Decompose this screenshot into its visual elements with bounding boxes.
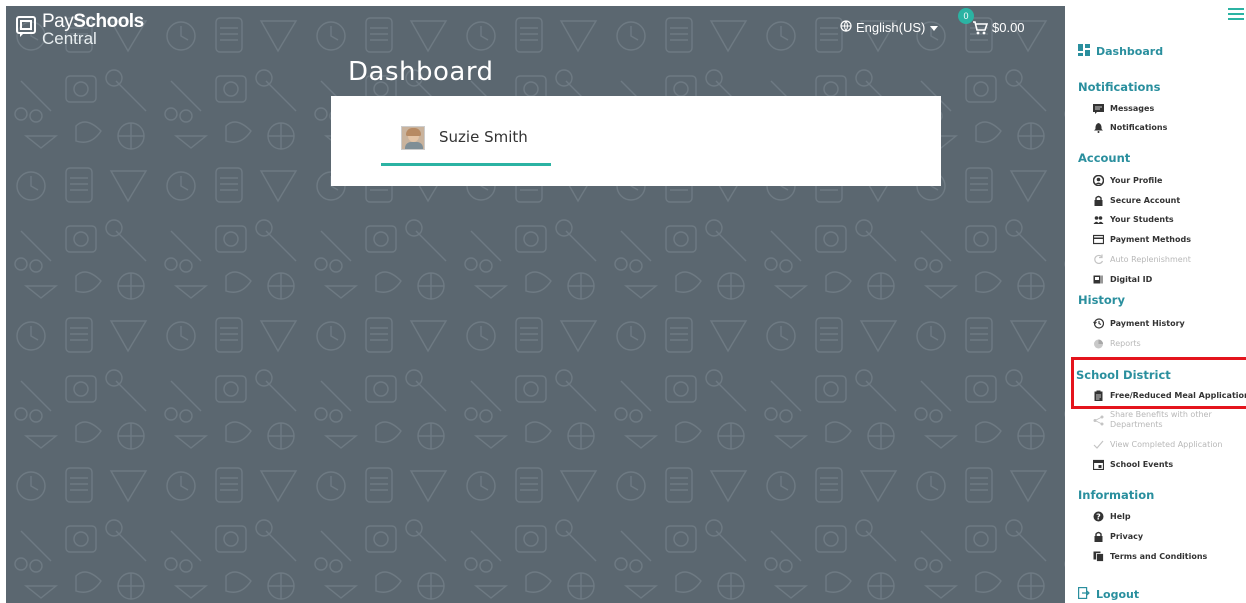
sidebar-item-label: Secure Account: [1110, 196, 1181, 205]
reports-icon: [1093, 338, 1104, 349]
sidebar-item-label: Share Benefits with other Departments: [1110, 410, 1212, 429]
help-circle-icon: ?: [1093, 511, 1104, 522]
sidebar-item-privacy[interactable]: Privacy: [1093, 531, 1143, 542]
credit-card-icon: [1092, 234, 1105, 245]
sidebar-item-your-profile[interactable]: Your Profile: [1092, 174, 1163, 187]
sidebar-item-label: Your Profile: [1110, 176, 1163, 185]
sidebar-item-payment-methods[interactable]: Payment Methods: [1092, 234, 1191, 245]
sidebar-dashboard-label: Dashboard: [1096, 45, 1164, 58]
id-card-icon: [1093, 274, 1104, 285]
sidebar-item-label: Help: [1110, 512, 1131, 521]
main-area: PaySchools Central English(US) 0 $0.00 D…: [6, 6, 1065, 603]
message-icon: [1093, 103, 1104, 114]
logout-link[interactable]: Logout: [1078, 587, 1139, 602]
sidebar-item-label: School Events: [1110, 460, 1174, 469]
history-clock-icon: [1093, 318, 1105, 329]
section-information: Information: [1078, 488, 1155, 502]
sidebar-item-terms-and-conditions[interactable]: Terms and Conditions: [1093, 551, 1207, 562]
sidebar-item-label: Auto Replenishment: [1110, 255, 1191, 264]
lock-icon: [1093, 531, 1104, 542]
payschools-logo[interactable]: PaySchools Central: [16, 12, 144, 48]
sidebar-item-label: Reports: [1110, 339, 1141, 348]
sidebar-item-your-students[interactable]: Your Students: [1093, 214, 1174, 225]
check-icon: [1093, 439, 1104, 450]
sidebar-item-payment-history[interactable]: Payment History: [1093, 318, 1185, 329]
sidebar-item-auto-replenishment: Auto Replenishment: [1093, 254, 1191, 265]
sidebar-item-secure-account[interactable]: Secure Account: [1093, 195, 1180, 206]
sidebar-item-label: Notifications: [1110, 123, 1168, 132]
logout-label: Logout: [1096, 588, 1140, 601]
sidebar-item-label: Messages: [1110, 104, 1155, 113]
sidebar-item-label: Privacy: [1110, 532, 1144, 541]
svg-text:?: ?: [1096, 512, 1101, 521]
sidebar-item-label: View Completed Application: [1110, 440, 1223, 449]
calendar-icon: [1092, 459, 1105, 471]
section-history: History: [1078, 293, 1125, 307]
globe-icon: [840, 20, 852, 35]
sidebar-item-notifications[interactable]: Notifications: [1093, 122, 1167, 133]
student-card: Suzie Smith: [331, 96, 941, 186]
dashboard-icon: [1078, 44, 1090, 59]
student-tab[interactable]: Suzie Smith: [381, 114, 551, 168]
sidebar-item-label: Payment History: [1110, 319, 1185, 328]
sidebar-item-view-completed-application: View Completed Application: [1093, 439, 1222, 450]
language-label: English(US): [856, 20, 926, 35]
language-selector[interactable]: English(US): [840, 20, 939, 35]
page-title: Dashboard: [348, 57, 494, 87]
sidebar-item-share-benefits: Share Benefits with other Departments: [1093, 410, 1240, 430]
sidebar-item-label: Your Students: [1110, 215, 1174, 224]
shopping-cart[interactable]: 0 $0.00: [958, 8, 1048, 38]
active-tab-underline: [381, 163, 551, 166]
sidebar-item-messages[interactable]: Messages: [1093, 103, 1154, 114]
sidebar: Dashboard Notifications Messages Notific…: [1065, 0, 1246, 603]
sidebar-item-free-reduced-meal-application[interactable]: Free/Reduced Meal Application: [1093, 390, 1246, 401]
sidebar-item-reports: Reports: [1093, 338, 1141, 349]
sidebar-item-digital-id[interactable]: Digital ID: [1093, 274, 1152, 285]
sidebar-item-dashboard[interactable]: Dashboard: [1078, 44, 1163, 59]
cart-icon: [972, 20, 989, 39]
sidebar-item-label: Free/Reduced Meal Application: [1110, 391, 1246, 400]
lock-icon: [1093, 195, 1104, 206]
section-notifications: Notifications: [1078, 80, 1161, 94]
clipboard-icon: [1093, 390, 1104, 401]
users-icon: [1093, 214, 1104, 225]
user-circle-icon: [1092, 174, 1105, 187]
sidebar-item-school-events[interactable]: School Events: [1092, 459, 1174, 471]
student-name: Suzie Smith: [439, 128, 528, 146]
sidebar-item-help[interactable]: ? Help: [1093, 511, 1131, 522]
logo-central-text: Central: [42, 29, 97, 48]
cart-total: $0.00: [992, 20, 1025, 35]
hamburger-menu-icon[interactable]: [1228, 8, 1244, 22]
bell-icon: [1093, 122, 1104, 133]
sync-icon: [1093, 254, 1104, 265]
sidebar-item-label: Payment Methods: [1110, 235, 1191, 244]
logo-mark-icon: [16, 16, 36, 38]
sidebar-item-label: Terms and Conditions: [1110, 552, 1208, 561]
section-account: Account: [1078, 151, 1131, 165]
documents-icon: [1093, 551, 1104, 562]
sidebar-item-label: Digital ID: [1110, 275, 1153, 284]
caret-down-icon: [929, 20, 939, 35]
section-school-district: School District: [1076, 368, 1171, 382]
student-avatar: [401, 126, 425, 150]
logout-icon: [1078, 587, 1090, 602]
share-icon: [1093, 415, 1104, 426]
